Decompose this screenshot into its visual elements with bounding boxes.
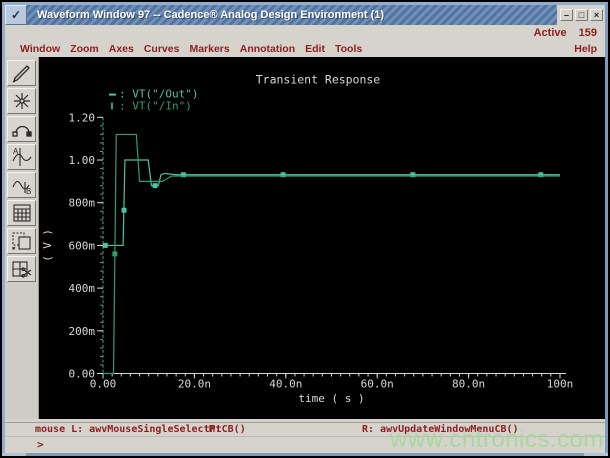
menu-window[interactable]: Window [20, 43, 60, 55]
menu-edit[interactable]: Edit [305, 43, 325, 55]
info-bar: Active 159 [5, 25, 605, 40]
y-tick-label: 400m [69, 282, 96, 295]
y-axis-title: ( V ) [41, 229, 54, 262]
minimize-button[interactable]: – [560, 9, 573, 21]
menu-annotation[interactable]: Annotation [240, 43, 295, 55]
zoom-star-icon[interactable] [7, 88, 36, 114]
toolbar: A B [5, 57, 39, 419]
active-label: Active [533, 26, 567, 39]
menu-items: Window Zoom Axes Curves Markers Annotation Edi… [20, 43, 574, 55]
trace-marker [121, 207, 127, 213]
point-marker-b-icon[interactable]: B [7, 172, 36, 198]
subwindow-cut-icon[interactable] [7, 256, 36, 282]
arc-marker-icon[interactable] [7, 116, 36, 142]
maximize-button[interactable]: □ [575, 9, 588, 21]
x-tick-label: 100n [547, 377, 573, 390]
calculator-icon[interactable] [7, 200, 36, 226]
trace-marker [152, 183, 158, 189]
window-menu-icon: ✓ [10, 8, 22, 22]
vert-marker-a-icon[interactable]: A [7, 144, 36, 170]
menu-axes[interactable]: Axes [109, 43, 134, 55]
y-tick-label: 800m [69, 197, 96, 210]
resize-handle-bottom-right[interactable] [584, 453, 608, 456]
trace-marker [112, 251, 118, 257]
resize-handle-bottom-left[interactable] [2, 453, 26, 456]
plot-canvas[interactable]: Transient Response: VT("/Out"): VT("/In"… [39, 57, 605, 419]
window-title: Waveform Window 97 -- Cadence® Analog De… [37, 9, 385, 21]
x-tick-label: 20.0n [178, 377, 211, 390]
waveform-window: ✓ Waveform Window 97 -- Cadence® Analog … [0, 0, 610, 458]
copy-window-icon[interactable] [7, 228, 36, 254]
x-tick-label: 80.0n [452, 377, 485, 390]
window-controls: – □ × [557, 5, 605, 25]
y-tick-label: 600m [69, 239, 96, 252]
y-tick-label: 200m [69, 325, 96, 338]
menu-help[interactable]: Help [574, 43, 597, 55]
menu-markers[interactable]: Markers [189, 43, 229, 55]
transient-plot: Transient Response: VT("/Out"): VT("/In"… [41, 73, 573, 405]
trace-out [103, 159, 560, 247]
menu-tools[interactable]: Tools [335, 43, 362, 55]
window-menu-button[interactable]: ✓ [5, 5, 27, 25]
main-area: A B Transient Response: VT("/Out"): VT… [5, 57, 605, 419]
pen-icon[interactable] [7, 60, 36, 86]
menu-bar: Window Zoom Axes Curves Markers Annotation Edi… [5, 40, 605, 57]
mouse-right-binding: R: awvUpdateWindowMenuCB() [362, 424, 519, 435]
chart-title: Transient Response [256, 73, 381, 87]
window-frame: ✓ Waveform Window 97 -- Cadence® Analog … [2, 2, 608, 456]
close-button[interactable]: × [590, 9, 603, 21]
x-tick-label: 40.0n [269, 377, 302, 390]
trace-marker [102, 242, 108, 248]
svg-text:B: B [26, 187, 31, 196]
mouse-middle-binding: M: [209, 424, 222, 435]
y-tick-label: 1.00 [69, 154, 95, 167]
command-prompt[interactable]: > [5, 436, 605, 453]
y-tick-label: 1.20 [69, 111, 95, 124]
menu-zoom[interactable]: Zoom [70, 43, 99, 55]
x-tick-label: 0.00 [90, 377, 116, 390]
title-bar: ✓ Waveform Window 97 -- Cadence® Analog … [5, 5, 605, 25]
x-axis-title: time ( s ) [298, 392, 364, 405]
trace-in [103, 133, 560, 375]
active-count: 159 [578, 26, 597, 39]
title-bar-stripes[interactable]: Waveform Window 97 -- Cadence® Analog De… [27, 5, 557, 25]
x-tick-label: 60.0n [361, 377, 394, 390]
menu-curves[interactable]: Curves [144, 43, 180, 55]
prompt-symbol: > [37, 438, 44, 451]
mouse-bindings-bar: mouse L: awvMouseSingleSelectPtCB() M: R… [5, 422, 605, 436]
legend-entry: : VT("/In") [119, 99, 192, 112]
